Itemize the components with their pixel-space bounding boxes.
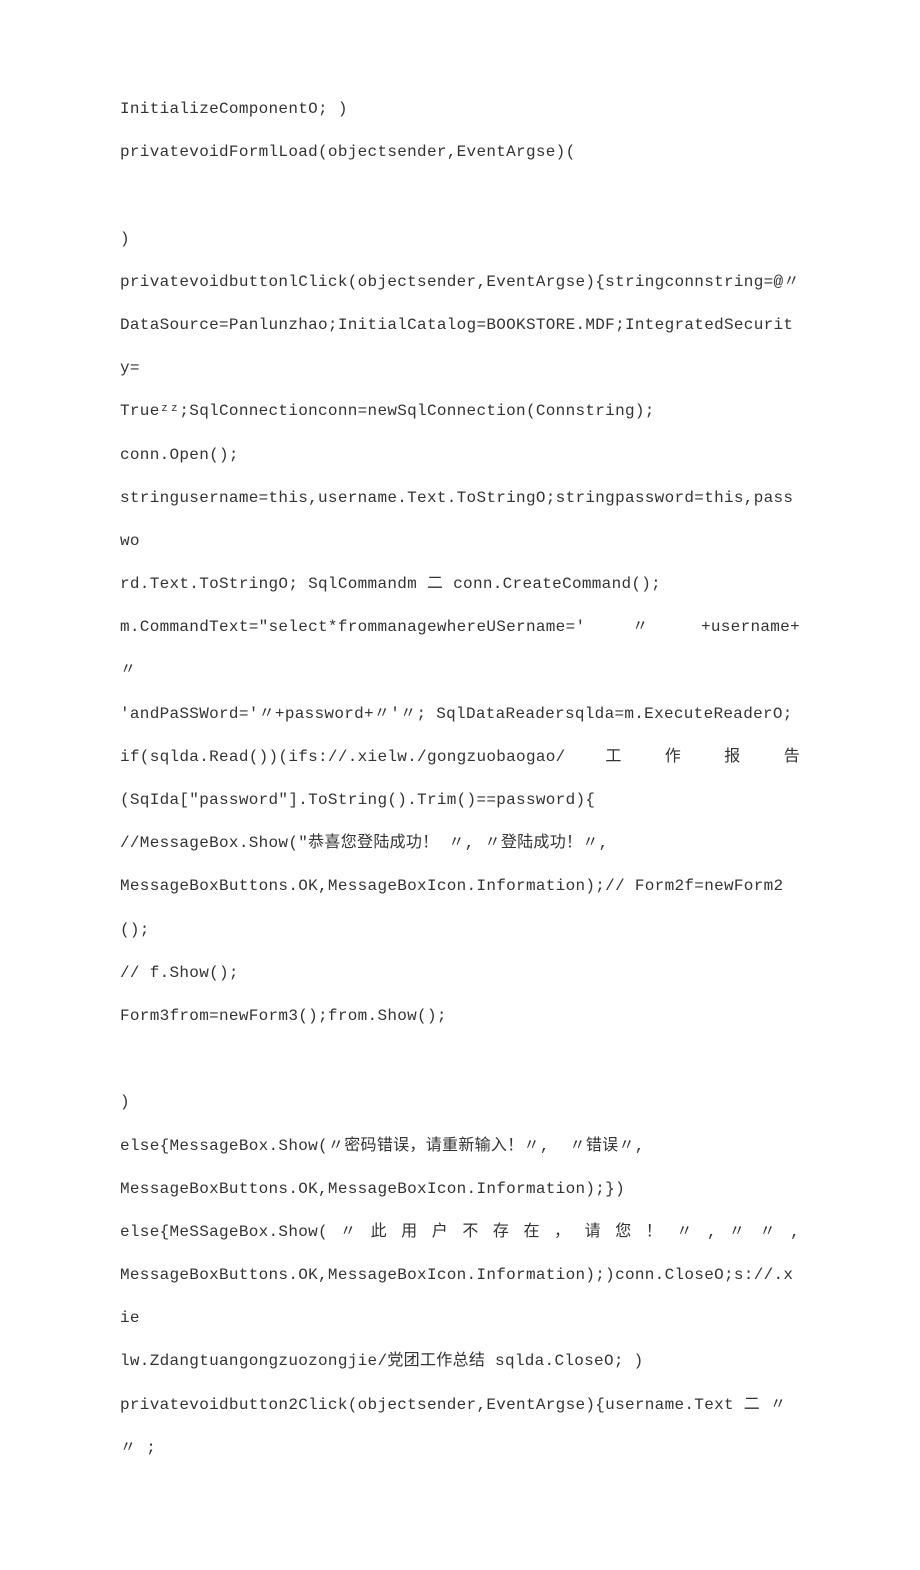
code-block: InitializeComponentO; )privatevoidFormlL… [120, 88, 800, 1470]
code-line: m.CommandText="select*frommanagewhereUSe… [120, 606, 800, 692]
code-line: MessageBoxButtons.OK,MessageBoxIcon.Info… [120, 865, 800, 951]
code-line [120, 174, 800, 217]
code-line: lw.Zdangtuangongzuozongjie/党团工作总结 sqlda.… [120, 1340, 800, 1383]
code-line: InitializeComponentO; ) [120, 88, 800, 131]
code-line: (SqIda["password"].ToString().Trim()==pa… [120, 779, 800, 822]
document-page: InitializeComponentO; )privatevoidFormlL… [0, 0, 920, 1570]
code-line: DataSource=Panlunzhao;InitialCatalog=BOO… [120, 304, 800, 390]
code-line: if(sqlda.Read())(ifs://.xielw./gongzuoba… [120, 736, 800, 779]
code-line [120, 1038, 800, 1081]
code-line: else{MeSSageBox.Show( 〃 此 用 户 不 存 在 ， 请 … [120, 1211, 800, 1254]
code-line: Form3from=newForm3();from.Show(); [120, 995, 800, 1038]
code-line: rd.Text.ToStringO; SqlCommandm 二 conn.Cr… [120, 563, 800, 606]
code-line: MessageBoxButtons.OK,MessageBoxIcon.Info… [120, 1254, 800, 1340]
code-line: ) [120, 1081, 800, 1124]
code-line: //MessageBox.Show("恭喜您登陆成功！ 〃, 〃登陆成功！〃, [120, 822, 800, 865]
code-line: Trueᶻᶻ;SqlConnectionconn=newSqlConnectio… [120, 390, 800, 433]
code-line: privatevoidbutton2Click(objectsender,Eve… [120, 1384, 800, 1470]
code-line: privatevoidFormlLoad(objectsender,EventA… [120, 131, 800, 174]
code-line: privatevoidbuttonlClick(objectsender,Eve… [120, 261, 800, 304]
code-line: // f.Show(); [120, 952, 800, 995]
code-line: conn.Open(); [120, 434, 800, 477]
code-line: ) [120, 218, 800, 261]
code-line: else{MessageBox.Show(〃密码错误，请重新输入！〃, 〃错误〃… [120, 1125, 800, 1168]
code-line: 'andPaSSWord='〃+password+〃'〃; SqlDataRea… [120, 693, 800, 736]
code-line: MessageBoxButtons.OK,MessageBoxIcon.Info… [120, 1168, 800, 1211]
code-line: stringusername=this,username.Text.ToStri… [120, 477, 800, 563]
